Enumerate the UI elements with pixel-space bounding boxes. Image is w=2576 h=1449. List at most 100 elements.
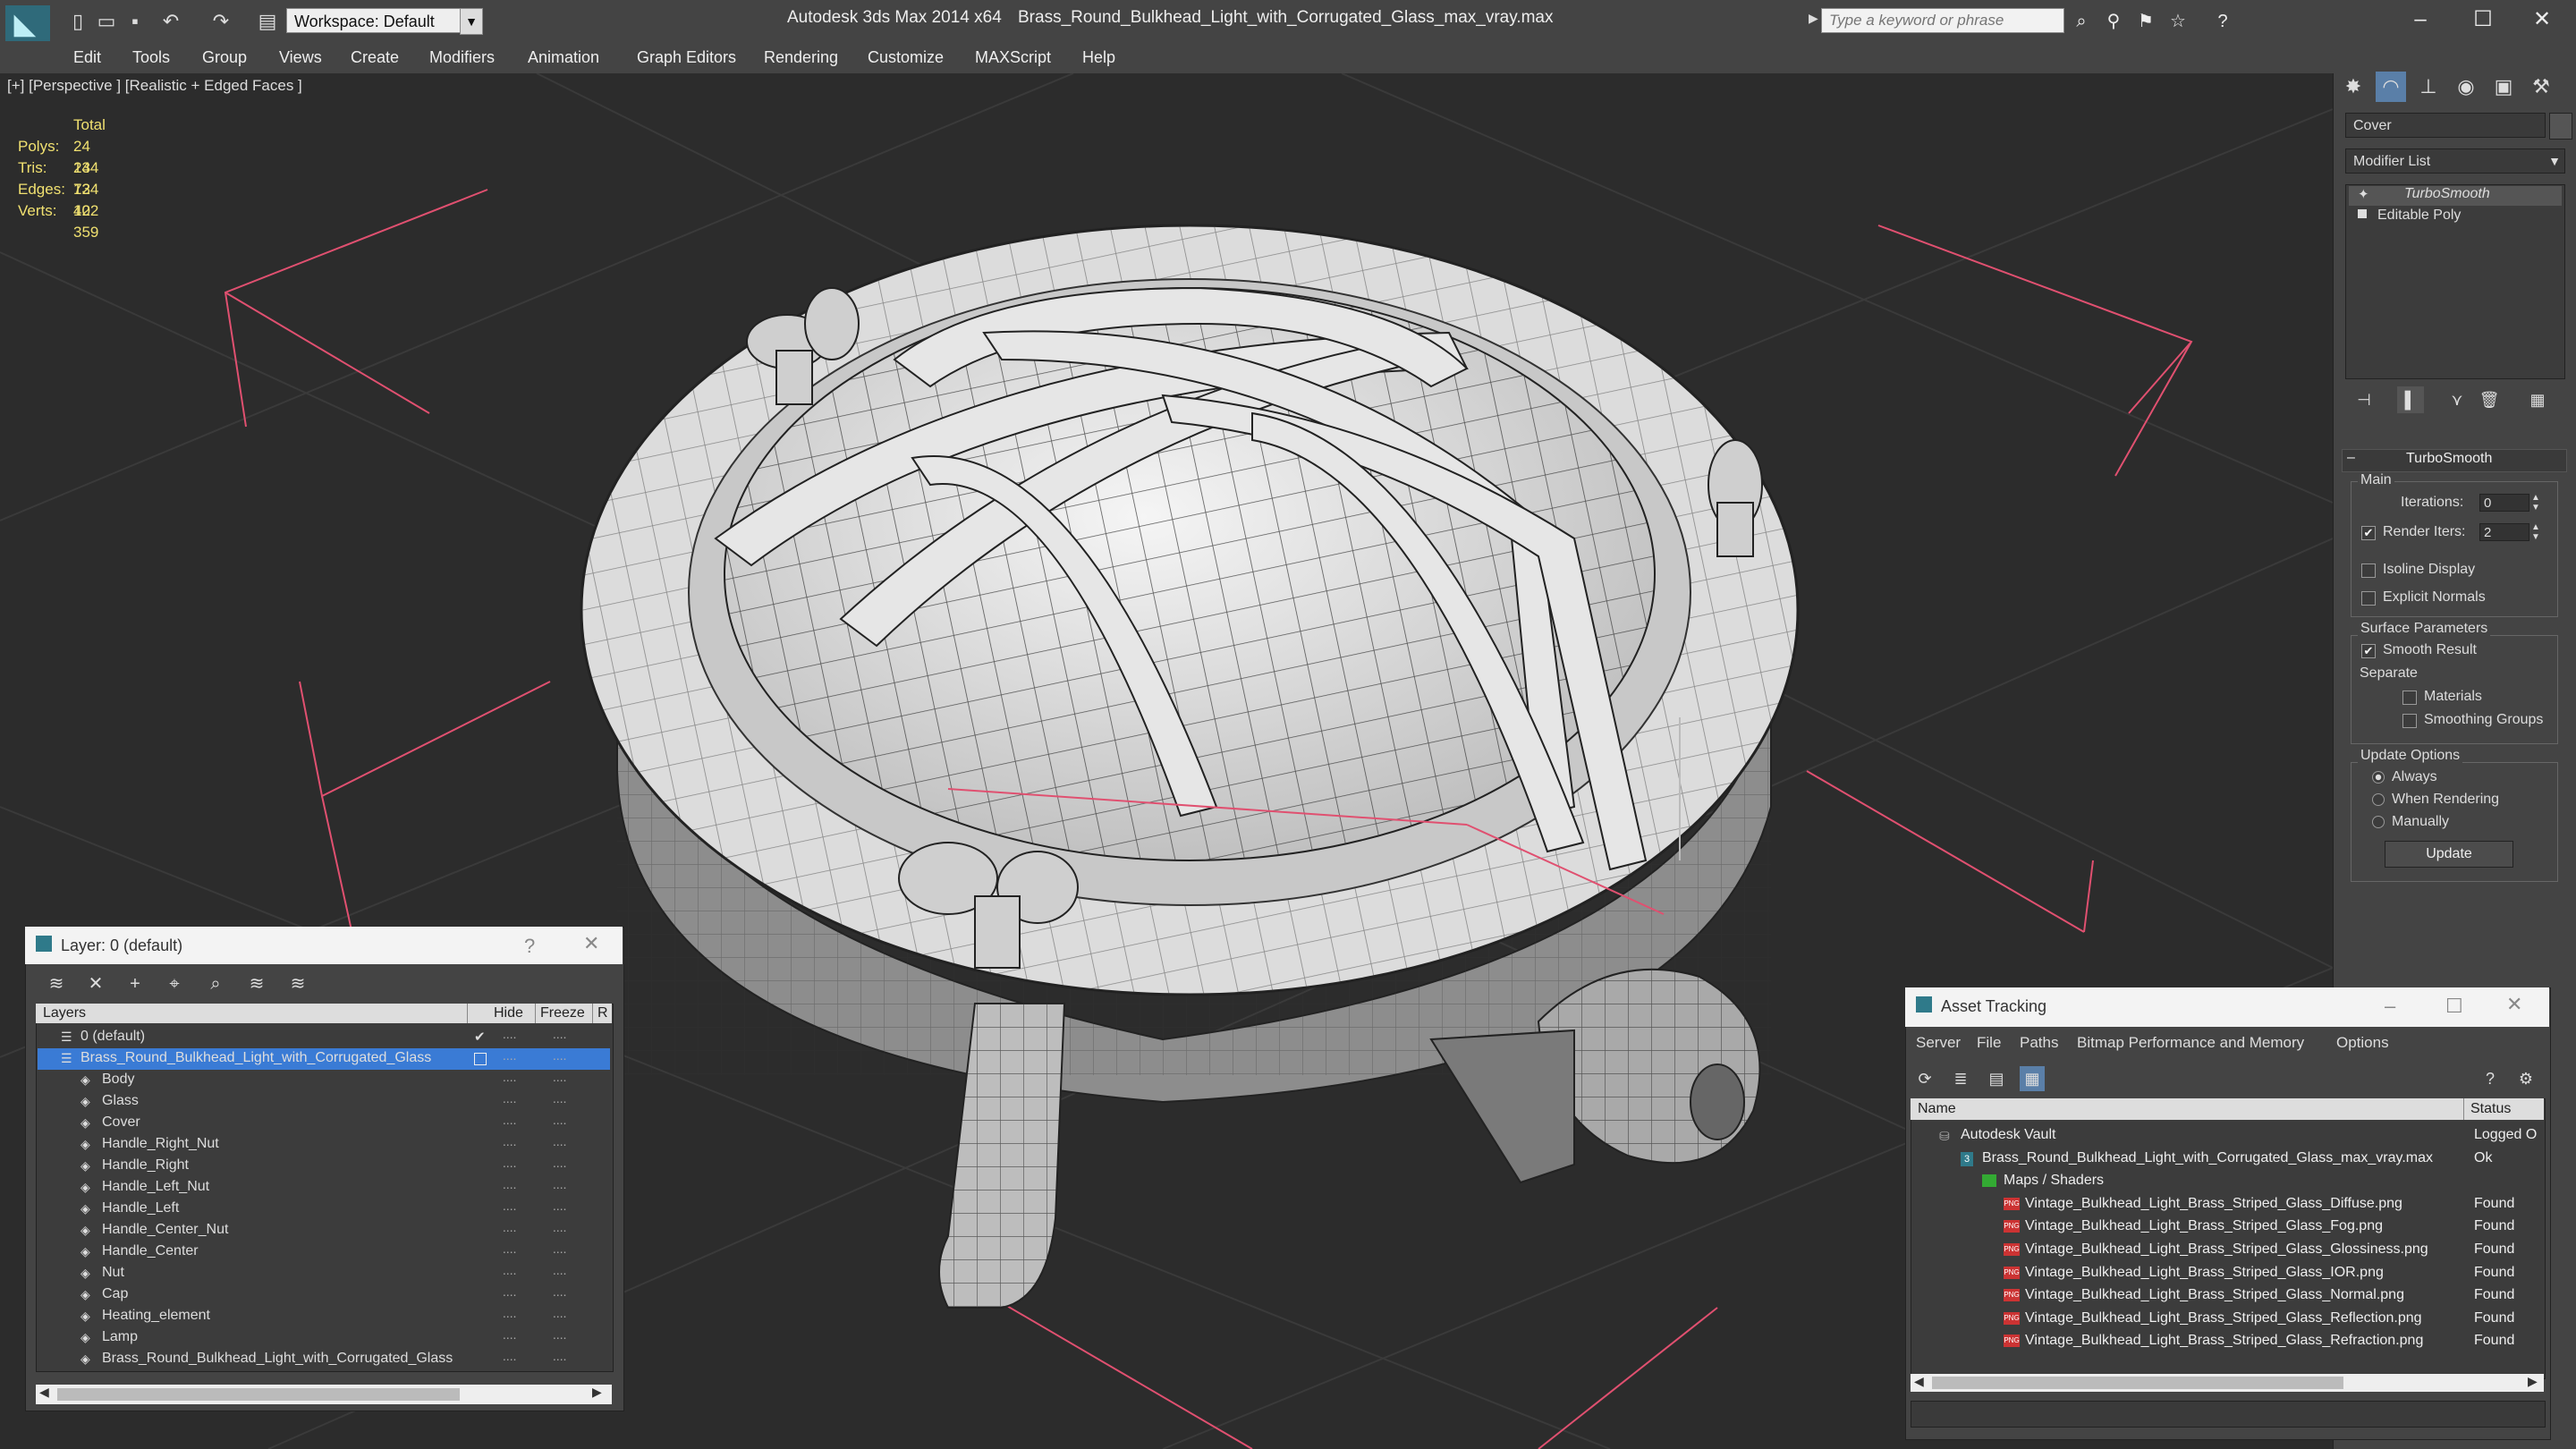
- object-color-swatch[interactable]: [2549, 113, 2572, 140]
- freeze-toggle[interactable]: ∙∙∙∙: [553, 1309, 567, 1323]
- hide-toggle[interactable]: ∙∙∙∙: [503, 1115, 517, 1130]
- stack-item-turbosmooth[interactable]: TurboSmooth: [2404, 186, 2490, 202]
- stack-item-editable-poly[interactable]: Editable Poly: [2377, 208, 2461, 224]
- new-layer-icon[interactable]: ≋: [43, 971, 70, 996]
- layer-row[interactable]: ◈ Brass_Round_Bulkhead_Light_with_Corruga…: [38, 1349, 610, 1370]
- modifier-list-dropdown[interactable]: Modifier List: [2345, 148, 2565, 174]
- hide-toggle[interactable]: ∙∙∙∙: [503, 1051, 517, 1065]
- freeze-toggle[interactable]: ∙∙∙∙: [553, 1094, 567, 1108]
- hide-toggle[interactable]: ∙∙∙∙: [503, 1201, 517, 1216]
- utilities-tab-icon[interactable]: ⚒: [2526, 72, 2556, 102]
- settings-icon[interactable]: ⚙: [2513, 1066, 2538, 1091]
- asset-row[interactable]: PNG Vintage_Bulkhead_Light_Brass_Striped_…: [1912, 1285, 2542, 1307]
- scrollbar-thumb[interactable]: [57, 1388, 460, 1401]
- asset-menu-paths[interactable]: Paths: [2020, 1034, 2058, 1052]
- layer-row[interactable]: ☰ 0 (default) ✔ ∙∙∙∙ ∙∙∙∙: [38, 1027, 610, 1048]
- maximize-icon[interactable]: ☐: [2456, 5, 2510, 34]
- asset-row[interactable]: PNG Vintage_Bulkhead_Light_Brass_Striped_…: [1912, 1331, 2542, 1352]
- freeze-toggle[interactable]: ∙∙∙∙: [553, 1158, 567, 1173]
- freeze-toggle[interactable]: ∙∙∙∙: [553, 1137, 567, 1151]
- remove-modifier-icon[interactable]: 🗑: [2476, 386, 2503, 413]
- asset-row[interactable]: PNG Vintage_Bulkhead_Light_Brass_Striped_…: [1912, 1263, 2542, 1284]
- isoline-display-checkbox[interactable]: [2361, 564, 2376, 578]
- freeze-toggle[interactable]: ∙∙∙∙: [553, 1330, 567, 1344]
- smoothing-groups-checkbox[interactable]: [2402, 714, 2417, 728]
- modify-tab-icon[interactable]: ◠: [2376, 72, 2406, 102]
- iterations-spinner[interactable]: 0: [2479, 494, 2529, 512]
- save-file-icon[interactable]: ▪: [122, 9, 148, 34]
- scrollbar-thumb[interactable]: [1932, 1377, 2343, 1389]
- close-icon[interactable]: ✕: [583, 932, 599, 955]
- set-current-layer-icon[interactable]: [474, 1053, 487, 1065]
- menu-graph-editors[interactable]: Graph Editors: [637, 48, 736, 67]
- list-view-icon[interactable]: ≣: [1948, 1066, 1973, 1091]
- asset-row[interactable]: PNG Vintage_Bulkhead_Light_Brass_Striped_…: [1912, 1194, 2542, 1216]
- layer-row[interactable]: ◈ Nut ∙∙∙∙ ∙∙∙∙: [38, 1263, 610, 1284]
- layer-row[interactable]: ◈ Handle_Left_Nut ∙∙∙∙ ∙∙∙∙: [38, 1177, 610, 1199]
- workspace-dropdown[interactable]: Workspace: Default: [286, 8, 465, 33]
- viewport-label[interactable]: [+] [Perspective ] [Realistic + Edged Fa…: [7, 77, 302, 95]
- freeze-toggle[interactable]: ∙∙∙∙: [553, 1352, 567, 1366]
- layer-row[interactable]: ◈ Cap ∙∙∙∙ ∙∙∙∙: [38, 1284, 610, 1306]
- hide-toggle[interactable]: ∙∙∙∙: [503, 1223, 517, 1237]
- freeze-toggle[interactable]: ∙∙∙∙: [553, 1115, 567, 1130]
- always-radio[interactable]: [2372, 771, 2385, 784]
- thumbnail-view-icon[interactable]: ▤: [1984, 1066, 2009, 1091]
- redo-icon[interactable]: ↷: [208, 9, 234, 34]
- show-end-result-icon[interactable]: ▌: [2397, 386, 2424, 413]
- layer-row[interactable]: ◈ Body ∙∙∙∙ ∙∙∙∙: [38, 1070, 610, 1091]
- column-hide[interactable]: Hide: [494, 1005, 523, 1021]
- hide-toggle[interactable]: ∙∙∙∙: [503, 1094, 517, 1108]
- menu-help[interactable]: Help: [1082, 48, 1115, 67]
- minimize-icon[interactable]: –: [2385, 995, 2395, 1018]
- motion-tab-icon[interactable]: ◉: [2451, 72, 2481, 102]
- menu-tools[interactable]: Tools: [132, 48, 170, 67]
- layer-row[interactable]: ◈ Handle_Right_Nut ∙∙∙∙ ∙∙∙∙: [38, 1134, 610, 1156]
- freeze-all-layers-icon[interactable]: ≋: [284, 971, 311, 996]
- asset-row[interactable]: ⛁ Autodesk Vault Logged O: [1912, 1125, 2542, 1147]
- freeze-toggle[interactable]: ∙∙∙∙: [553, 1072, 567, 1087]
- hide-toggle[interactable]: ∙∙∙∙: [503, 1309, 517, 1323]
- explicit-normals-checkbox[interactable]: [2361, 591, 2376, 606]
- hierarchy-tab-icon[interactable]: ⊥: [2413, 72, 2444, 102]
- favorites-star-icon[interactable]: ☆: [2165, 9, 2191, 34]
- layer-row[interactable]: ◈ Handle_Left ∙∙∙∙ ∙∙∙∙: [38, 1199, 610, 1220]
- new-file-icon[interactable]: ▯: [64, 9, 91, 34]
- menu-views[interactable]: Views: [279, 48, 322, 67]
- select-objects-icon[interactable]: ⌖: [161, 971, 188, 996]
- configure-modifier-sets-icon[interactable]: ▦: [2524, 386, 2551, 413]
- help-icon[interactable]: ?: [524, 935, 535, 958]
- layer-row[interactable]: ◈ Handle_Center_Nut ∙∙∙∙ ∙∙∙∙: [38, 1220, 610, 1241]
- highlight-layer-icon[interactable]: ⌕: [202, 971, 229, 996]
- column-render[interactable]: R: [597, 1005, 608, 1021]
- freeze-toggle[interactable]: ∙∙∙∙: [553, 1244, 567, 1258]
- column-layers[interactable]: Layers: [43, 1005, 86, 1021]
- menu-rendering[interactable]: Rendering: [764, 48, 838, 67]
- freeze-toggle[interactable]: ∙∙∙∙: [553, 1030, 567, 1044]
- asset-row[interactable]: PNG Vintage_Bulkhead_Light_Brass_Striped_…: [1912, 1240, 2542, 1261]
- delete-layer-icon[interactable]: ✕: [82, 971, 109, 996]
- hide-toggle[interactable]: ∙∙∙∙: [503, 1030, 517, 1044]
- scroll-right-icon[interactable]: ▶: [592, 1385, 602, 1400]
- asset-row[interactable]: PNG Vintage_Bulkhead_Light_Brass_Striped_…: [1912, 1216, 2542, 1238]
- scroll-right-icon[interactable]: ▶: [2528, 1374, 2538, 1389]
- asset-menu-options[interactable]: Options: [2336, 1034, 2389, 1052]
- hide-toggle[interactable]: ∙∙∙∙: [503, 1330, 517, 1344]
- search-input[interactable]: [1821, 8, 2064, 33]
- manually-radio[interactable]: [2372, 816, 2385, 828]
- layer-row[interactable]: ◈ Heating_element ∙∙∙∙ ∙∙∙∙: [38, 1306, 610, 1327]
- menu-edit[interactable]: Edit: [73, 48, 101, 67]
- pin-stack-icon[interactable]: ⊣: [2351, 386, 2377, 413]
- communication-center-icon[interactable]: ⚑: [2132, 9, 2159, 34]
- open-file-icon[interactable]: ▭: [93, 9, 120, 34]
- column-freeze[interactable]: Freeze: [540, 1005, 585, 1021]
- materials-checkbox[interactable]: [2402, 691, 2417, 705]
- expand-icon[interactable]: [2358, 209, 2367, 218]
- hide-all-layers-icon[interactable]: ≋: [243, 971, 270, 996]
- layer-row[interactable]: ◈ Glass ∙∙∙∙ ∙∙∙∙: [38, 1091, 610, 1113]
- hide-toggle[interactable]: ∙∙∙∙: [503, 1180, 517, 1194]
- menu-animation[interactable]: Animation: [528, 48, 599, 67]
- lightbulb-icon[interactable]: ✦: [2358, 186, 2369, 202]
- hide-toggle[interactable]: ∙∙∙∙: [503, 1287, 517, 1301]
- chevron-down-icon[interactable]: ▼: [2544, 148, 2565, 174]
